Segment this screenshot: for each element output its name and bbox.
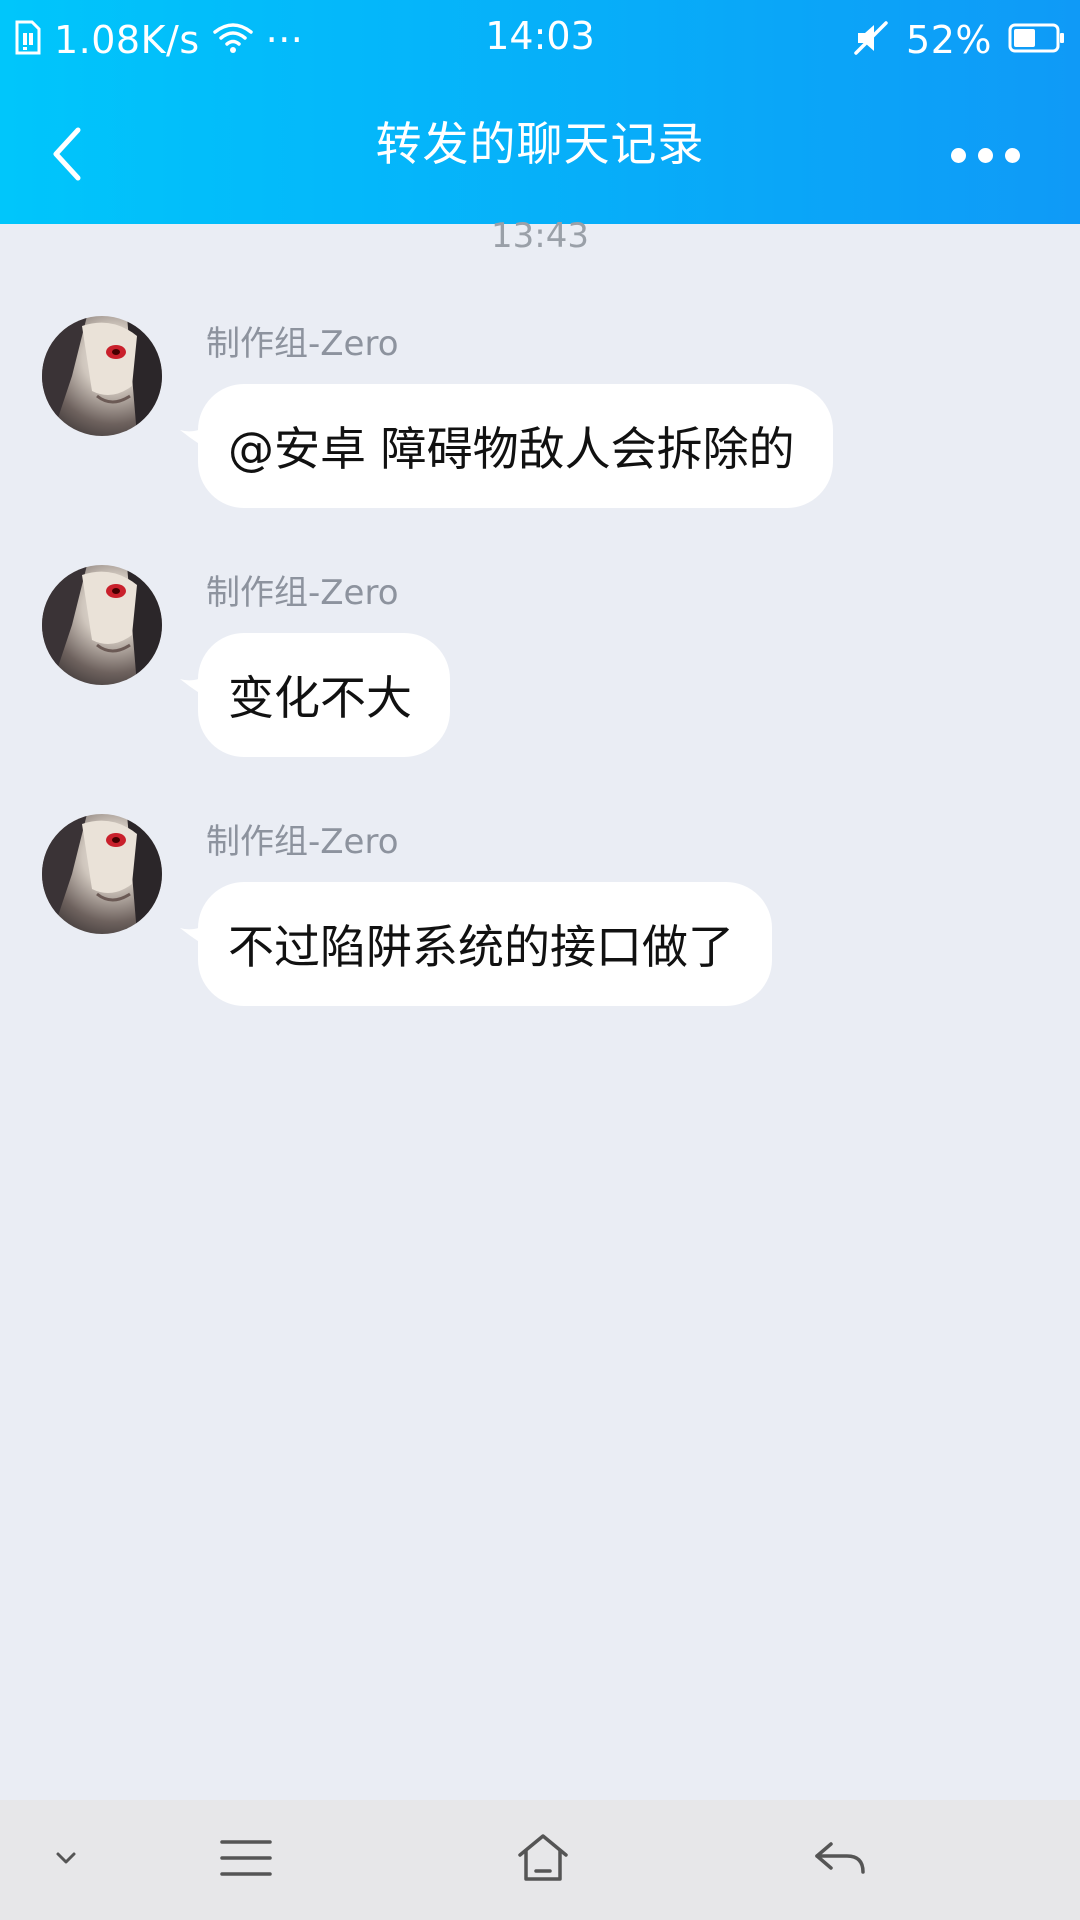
more-dot [977,147,993,163]
message-bubble[interactable]: @安卓 障碍物敌人会拆除的 [198,384,833,508]
more-dots-icon [950,147,966,163]
menu-button[interactable] [206,1820,286,1900]
message-time-label: 13:43 [491,216,589,256]
back-icon [813,1838,867,1882]
avatar[interactable] [42,316,162,436]
status-bar: 1.08K/s ··· 14:03 52% [0,0,1080,80]
mute-icon [852,19,890,61]
menu-icon [220,1838,272,1882]
title-bar: 转发的聊天记录 [0,80,1080,224]
avatar[interactable] [42,565,162,685]
header-bar: 1.08K/s ··· 14:03 52% 转发的聊天记录 [0,0,1080,224]
navigation-bar [0,1800,1080,1920]
message-text: @安卓 障碍物敌人会拆除的 [228,422,795,476]
home-icon [516,1833,570,1887]
page-title: 转发的聊天记录 [375,117,705,171]
battery-icon [1008,22,1066,58]
message-text: 不过陷阱系统的接口做了 [228,920,734,974]
back-nav-button[interactable] [800,1820,880,1900]
home-button[interactable] [503,1820,583,1900]
hide-nav-button[interactable] [26,1820,106,1900]
sender-name: 制作组-Zero [206,324,399,364]
battery-percent: 52% [906,18,992,62]
message-bubble[interactable]: 不过陷阱系统的接口做了 [198,882,772,1006]
avatar[interactable] [42,814,162,934]
more-button[interactable] [930,120,1040,190]
message-bubble[interactable]: 变化不大 [198,633,450,757]
message-text: 变化不大 [228,671,412,725]
more-dot [1004,147,1020,163]
chevron-down-icon [52,1848,80,1872]
sender-name: 制作组-Zero [206,573,399,613]
sender-name: 制作组-Zero [206,822,399,862]
